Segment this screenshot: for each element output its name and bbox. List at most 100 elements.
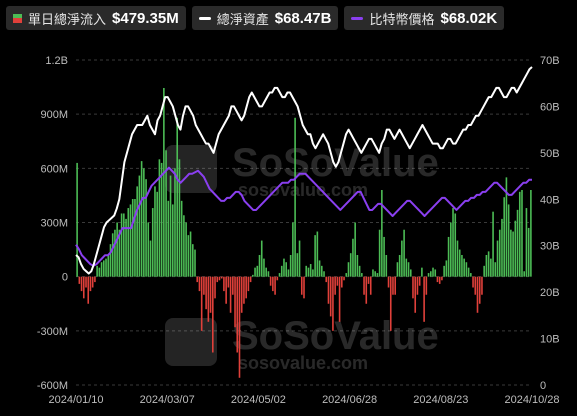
inflow-bar — [305, 265, 308, 277]
inflow-bar — [105, 258, 107, 277]
inflow-bar — [467, 267, 470, 277]
inflow-bar — [263, 258, 265, 277]
right-tick-label: 60B — [540, 101, 560, 113]
inflow-bar — [103, 260, 105, 277]
inflow-bar — [147, 222, 150, 277]
inflow-bar — [236, 276, 239, 353]
inflow-bar — [198, 276, 201, 292]
watermark: SoSoValue sosovalue.com SoSoValue sosova… — [165, 141, 439, 373]
inflow-bar — [325, 276, 328, 283]
inflow-bar — [461, 255, 463, 277]
inflow-bar — [372, 269, 374, 277]
inflow-bar — [136, 186, 138, 277]
inflow-bar — [180, 200, 183, 277]
inflow-bar — [191, 244, 194, 277]
inflow-bar — [205, 276, 207, 310]
price-swatch-icon — [351, 16, 364, 20]
x-axis-ticks: 2024/01/10 2024/03/07 2024/05/02 2024/06/28… — [48, 394, 559, 406]
inflow-bar — [303, 276, 305, 299]
inflow-bar — [383, 236, 385, 277]
inflow-bar — [525, 208, 528, 277]
inflow-bar — [196, 276, 199, 283]
inflow-bar — [223, 276, 225, 292]
inflow-bar — [89, 276, 92, 292]
x-tick-label: 2024/10/28 — [504, 394, 559, 406]
inflow-bar — [407, 262, 410, 277]
inflow-bar — [485, 255, 488, 277]
inflow-bar — [256, 265, 259, 277]
left-tick-label: 600M — [40, 163, 68, 175]
inflow-bar — [289, 255, 292, 277]
inflow-bar — [120, 213, 123, 277]
inflow-bar — [498, 229, 501, 277]
inflow-bar — [269, 276, 272, 286]
inflow-bar — [501, 218, 503, 277]
inflow-bar — [365, 276, 368, 304]
inflow-bar — [171, 204, 174, 277]
legend-assets-value: $68.47B — [274, 9, 332, 27]
inflow-bar — [387, 276, 390, 288]
inflow-bar — [521, 190, 523, 277]
inflow-bar — [378, 229, 381, 277]
inflow-bar — [405, 258, 408, 277]
inflow-bar — [421, 267, 423, 277]
inflow-bar — [496, 240, 499, 277]
inflow-bar — [403, 229, 405, 277]
inflow-bar — [307, 267, 310, 277]
inflow-bar — [309, 264, 312, 277]
inflow-bar — [258, 255, 261, 277]
inflow-bar — [423, 276, 425, 322]
watermark-site: sosovalue.com — [238, 180, 368, 200]
inflow-bar — [316, 231, 319, 277]
inflow-bar — [332, 276, 334, 331]
inflow-bar — [254, 267, 256, 277]
inflow-bar — [396, 262, 399, 277]
inflow-bar — [98, 267, 101, 277]
legend-price[interactable]: 比特幣價格 $68.02K — [344, 6, 505, 30]
inflow-bar — [240, 276, 243, 313]
x-tick-label: 2024/06/28 — [322, 394, 377, 406]
inflow-bar — [154, 186, 156, 277]
inflow-bar — [341, 276, 343, 288]
inflow-bar — [252, 274, 254, 277]
right-tick-label: 0 — [540, 380, 546, 392]
inflow-bar — [91, 276, 94, 288]
inflow-bar — [138, 175, 141, 277]
legend-assets-label: 總淨資產 — [216, 11, 269, 27]
inflow-bar — [490, 258, 492, 277]
inflow-bar — [478, 276, 481, 304]
inflow-bar — [292, 222, 294, 277]
watermark-logo-icon — [165, 318, 217, 366]
inflow-bar — [518, 191, 521, 277]
x-tick-label: 2024/08/23 — [413, 394, 468, 406]
inflow-bar — [481, 276, 483, 295]
inflow-bar — [363, 276, 365, 295]
left-tick-label: 300M — [40, 218, 68, 230]
inflow-bar — [523, 271, 526, 277]
right-tick-label: 70B — [540, 55, 560, 67]
inflow-bar — [427, 273, 430, 277]
right-tick-label: 40B — [540, 194, 560, 206]
legend-price-label: 比特幣價格 — [369, 11, 435, 27]
inflow-bar — [376, 273, 379, 277]
inflow-bar — [249, 276, 252, 283]
inflow-swatch-icon — [13, 13, 22, 23]
legend-assets[interactable]: 總淨資產 $68.47B — [191, 6, 339, 30]
inflow-bar — [356, 255, 359, 277]
inflow-bar — [298, 240, 301, 277]
inflow-bar — [225, 276, 227, 304]
inflow-bar — [434, 269, 437, 277]
inflow-bar — [320, 265, 323, 277]
inflow-bar — [432, 267, 434, 277]
left-tick-label: -600M — [37, 380, 68, 392]
inflow-bar — [194, 249, 196, 277]
inflow-bar — [243, 276, 245, 304]
watermark-brand: SoSoValue — [232, 314, 439, 358]
inflow-bar — [438, 276, 441, 284]
inflow-bar — [114, 229, 116, 277]
right-axis-ticks: 70B 60B 50B 40B 30B 20B 10B 0 — [540, 55, 560, 392]
legend-inflow[interactable]: 單日總淨流入 $479.35M — [6, 6, 186, 30]
inflow-bar — [314, 235, 316, 277]
inflow-bar — [476, 276, 479, 313]
inflow-bar — [220, 276, 223, 279]
